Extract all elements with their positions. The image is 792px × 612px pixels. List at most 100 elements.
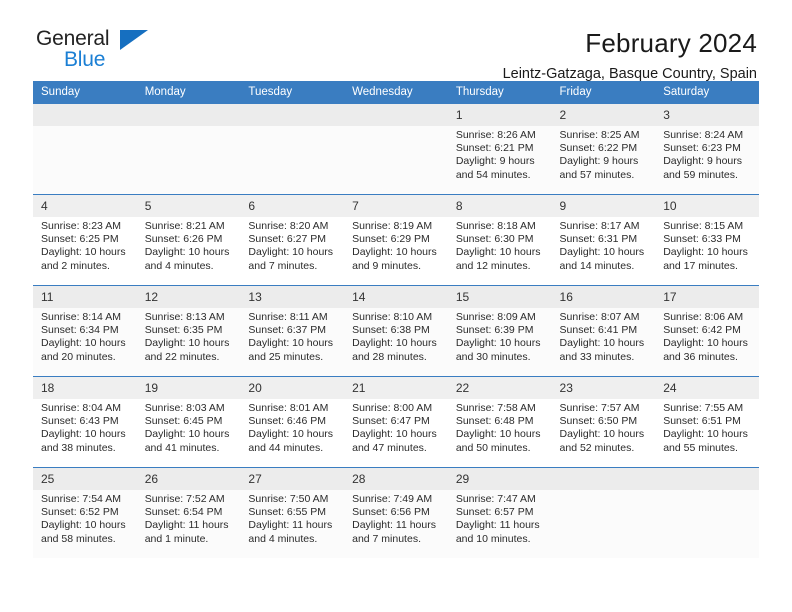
day-detail-line: Sunset: 6:48 PM: [455, 415, 534, 428]
day-detail-line: Sunset: 6:47 PM: [352, 415, 430, 428]
day-detail-line: Sunset: 6:22 PM: [559, 142, 638, 155]
day-detail-line: Daylight: 10 hours: [144, 337, 230, 350]
calendar-day-cell[interactable]: 23 Sunrise: 7:57 AM Sunset: 6:50 PM Dayligh…: [551, 376, 656, 468]
day-detail-line: Sunrise: 8:04 AM: [41, 402, 121, 414]
day-detail-line: Sunrise: 8:01 AM: [248, 402, 329, 414]
day-detail-line: Sunset: 6:31 PM: [559, 233, 638, 246]
day-number: 26: [136, 468, 241, 490]
calendar-day-cell[interactable]: 18 Sunrise: 8:04 AM Sunset: 6:43 PM Dayligh…: [33, 376, 137, 468]
day-detail-line: Sunset: 6:21 PM: [455, 142, 534, 155]
day-detail-line: Daylight: 11 hours: [352, 519, 436, 532]
day-detail-line: Sunset: 6:37 PM: [248, 324, 327, 337]
calendar-day-cell[interactable]: 16 Sunrise: 8:07 AM Sunset: 6:41 PM Dayligh…: [551, 285, 656, 377]
day-detail-line: Sunset: 6:26 PM: [144, 233, 223, 246]
day-number: 2: [551, 104, 656, 126]
day-detail-line: Daylight: 11 hours: [144, 519, 229, 532]
triangle-icon: [120, 30, 148, 50]
brand-logo[interactable]: General Blue: [33, 28, 156, 76]
calendar-day-cell[interactable]: 3 Sunrise: 8:24 AM Sunset: 6:23 PM Daylight…: [655, 103, 759, 195]
title-block: February 2024 Leintz-Gatzaga, Basque Cou…: [503, 28, 759, 85]
calendar-day-cell[interactable]: 7 Sunrise: 8:19 AM Sunset: 6:29 PM Daylight…: [344, 194, 448, 286]
page-title: February 2024: [585, 28, 757, 58]
day-detail-line: Daylight: 11 hours: [455, 519, 540, 532]
day-details: Sunrise: 8:24 AM Sunset: 6:23 PM Daylight:…: [655, 126, 759, 182]
calendar-day-cell[interactable]: 5 Sunrise: 8:21 AM Sunset: 6:26 PM Daylight…: [136, 194, 241, 286]
day-detail-line: Daylight: 11 hours: [248, 519, 333, 532]
day-details: Sunrise: 7:54 AM Sunset: 6:52 PM Daylight:…: [33, 490, 137, 546]
calendar-day-cell[interactable]: 21 Sunrise: 8:00 AM Sunset: 6:47 PM Dayligh…: [344, 376, 448, 468]
calendar-day-cell[interactable]: 8 Sunrise: 8:18 AM Sunset: 6:30 PM Daylight…: [447, 194, 552, 286]
day-detail-line: and 47 minutes.: [352, 441, 427, 454]
day-details: Sunrise: 8:01 AM Sunset: 6:46 PM Daylight:…: [240, 399, 344, 455]
day-number: 5: [136, 195, 241, 217]
calendar-day-cell[interactable]: 11 Sunrise: 8:14 AM Sunset: 6:34 PM Dayligh…: [33, 285, 137, 377]
calendar-day-cell[interactable]: 10 Sunrise: 8:15 AM Sunset: 6:33 PM Dayligh…: [655, 194, 759, 286]
day-details: Sunrise: 8:09 AM Sunset: 6:39 PM Daylight:…: [448, 308, 552, 364]
day-detail-line: Sunset: 6:27 PM: [248, 233, 327, 246]
day-detail-line: Sunrise: 8:10 AM: [352, 311, 433, 323]
day-detail-line: Daylight: 10 hours: [559, 428, 645, 441]
day-detail-line: and 10 minutes.: [455, 532, 531, 545]
calendar-day-cell[interactable]: 27 Sunrise: 7:50 AM Sunset: 6:55 PM Dayligh…: [240, 467, 345, 558]
day-detail-line: Sunset: 6:52 PM: [41, 506, 119, 519]
calendar-day-cell[interactable]: 29 Sunrise: 7:47 AM Sunset: 6:57 PM Dayligh…: [447, 467, 552, 558]
calendar-empty-cell: [551, 467, 656, 558]
day-detail-line: Daylight: 10 hours: [248, 337, 334, 350]
day-detail-line: Sunrise: 7:49 AM: [352, 493, 433, 505]
day-detail-line: Sunset: 6:56 PM: [352, 506, 430, 519]
day-detail-line: and 22 minutes.: [144, 350, 220, 363]
day-detail-line: Sunrise: 8:17 AM: [559, 220, 640, 232]
day-number: 24: [655, 377, 759, 399]
day-detail-line: Sunset: 6:55 PM: [248, 506, 327, 519]
calendar-day-cell[interactable]: 13 Sunrise: 8:11 AM Sunset: 6:37 PM Dayligh…: [240, 285, 345, 377]
day-detail-line: and 20 minutes.: [41, 350, 116, 363]
day-detail-line: and 4 minutes.: [144, 259, 214, 272]
day-number: 9: [551, 195, 656, 217]
day-detail-line: and 25 minutes.: [248, 350, 324, 363]
day-detail-line: and 54 minutes.: [455, 168, 531, 181]
calendar-day-cell[interactable]: 25 Sunrise: 7:54 AM Sunset: 6:52 PM Dayligh…: [33, 467, 137, 558]
calendar-day-cell[interactable]: 2 Sunrise: 8:25 AM Sunset: 6:22 PM Daylight…: [551, 103, 656, 195]
day-details: Sunrise: 8:25 AM Sunset: 6:22 PM Daylight:…: [552, 126, 656, 182]
calendar-day-cell[interactable]: 26 Sunrise: 7:52 AM Sunset: 6:54 PM Dayligh…: [136, 467, 241, 558]
calendar-day-cell[interactable]: 15 Sunrise: 8:09 AM Sunset: 6:39 PM Dayligh…: [447, 285, 552, 377]
calendar-empty-cell: [240, 103, 345, 195]
day-number: 4: [33, 195, 137, 217]
calendar-day-cell[interactable]: 12 Sunrise: 8:13 AM Sunset: 6:35 PM Dayligh…: [136, 285, 241, 377]
calendar-day-cell[interactable]: 6 Sunrise: 8:20 AM Sunset: 6:27 PM Daylight…: [240, 194, 345, 286]
calendar-day-cell[interactable]: 17 Sunrise: 8:06 AM Sunset: 6:42 PM Dayligh…: [655, 285, 759, 377]
day-details: Sunrise: 8:19 AM Sunset: 6:29 PM Daylight:…: [344, 217, 448, 273]
calendar-week-row: 11 Sunrise: 8:14 AM Sunset: 6:34 PM Dayligh…: [33, 285, 759, 377]
calendar-day-cell[interactable]: 4 Sunrise: 8:23 AM Sunset: 6:25 PM Daylight…: [33, 194, 137, 286]
day-number: 3: [655, 104, 759, 126]
day-detail-line: Sunset: 6:57 PM: [455, 506, 534, 519]
day-detail-line: Daylight: 10 hours: [663, 337, 748, 350]
day-detail-line: and 12 minutes.: [455, 259, 531, 272]
day-detail-line: Sunrise: 7:57 AM: [559, 402, 640, 414]
day-details: Sunrise: 7:58 AM Sunset: 6:48 PM Daylight:…: [448, 399, 552, 455]
calendar-day-cell[interactable]: 24 Sunrise: 7:55 AM Sunset: 6:51 PM Dayligh…: [655, 376, 759, 468]
day-detail-line: Daylight: 10 hours: [455, 337, 541, 350]
day-detail-line: Sunrise: 8:21 AM: [144, 220, 225, 232]
day-number: [551, 468, 656, 490]
day-detail-line: Sunrise: 7:50 AM: [248, 493, 329, 505]
calendar-day-cell[interactable]: 28 Sunrise: 7:49 AM Sunset: 6:56 PM Dayligh…: [344, 467, 448, 558]
day-detail-line: and 28 minutes.: [352, 350, 427, 363]
day-detail-line: Sunrise: 8:20 AM: [248, 220, 329, 232]
calendar-week-row: 1 Sunrise: 8:26 AM Sunset: 6:21 PM Daylight…: [33, 103, 759, 195]
weekday-header-monday: Monday: [136, 81, 241, 104]
calendar-day-cell[interactable]: 14 Sunrise: 8:10 AM Sunset: 6:38 PM Dayligh…: [344, 285, 448, 377]
day-detail-line: Daylight: 10 hours: [663, 428, 748, 441]
calendar-day-cell[interactable]: 1 Sunrise: 8:26 AM Sunset: 6:21 PM Daylight…: [447, 103, 552, 195]
day-number: [344, 104, 448, 126]
day-detail-line: Sunset: 6:42 PM: [663, 324, 741, 337]
calendar-day-cell[interactable]: 22 Sunrise: 7:58 AM Sunset: 6:48 PM Dayligh…: [447, 376, 552, 468]
calendar-day-cell[interactable]: 19 Sunrise: 8:03 AM Sunset: 6:45 PM Dayligh…: [136, 376, 241, 468]
calendar-day-cell[interactable]: 20 Sunrise: 8:01 AM Sunset: 6:46 PM Dayligh…: [240, 376, 345, 468]
day-number: 15: [447, 286, 552, 308]
day-detail-line: Daylight: 10 hours: [41, 519, 126, 532]
calendar-day-cell[interactable]: 9 Sunrise: 8:17 AM Sunset: 6:31 PM Daylight…: [551, 194, 656, 286]
day-number: 22: [447, 377, 552, 399]
day-number: 29: [447, 468, 552, 490]
day-detail-line: Sunrise: 8:13 AM: [144, 311, 225, 323]
